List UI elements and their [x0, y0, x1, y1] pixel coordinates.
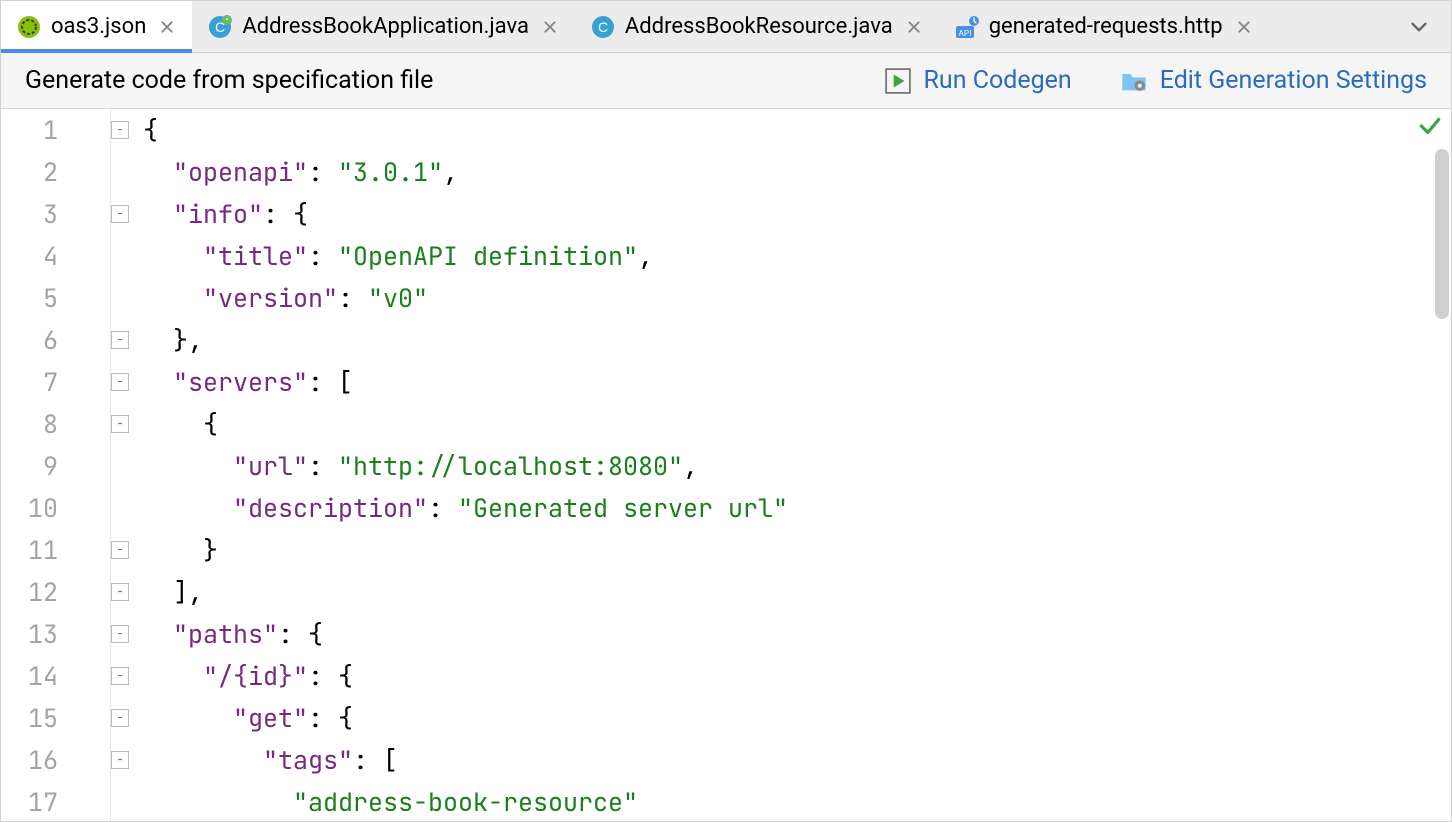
- line-number: 8: [1, 403, 110, 445]
- code-line: "tags": [: [143, 739, 1451, 781]
- fold-toggle[interactable]: [111, 709, 129, 727]
- line-number: 13: [1, 613, 110, 655]
- line-number: 5: [1, 277, 110, 319]
- inspection-ok-icon[interactable]: [1417, 113, 1443, 139]
- line-number-gutter: 1 2 3 4 5 6 7 8 9 10 11 12 13 14 15 16 1…: [1, 109, 111, 821]
- tabs-rest: [1269, 1, 1451, 52]
- edit-settings-label: Edit Generation Settings: [1160, 66, 1427, 95]
- tab-oas3-json[interactable]: oas3.json: [1, 1, 192, 52]
- tab-addressbookapplication[interactable]: C AddressBookApplication.java: [192, 1, 575, 52]
- toolbar-title: Generate code from specification file: [25, 66, 433, 95]
- code-line: "openapi": "3.0.1",: [143, 151, 1451, 193]
- code-editor[interactable]: 1 2 3 4 5 6 7 8 9 10 11 12 13 14 15 16 1…: [1, 109, 1451, 821]
- tab-label: AddressBookApplication.java: [242, 14, 529, 39]
- fold-toggle[interactable]: [111, 373, 129, 391]
- line-number: 6: [1, 319, 110, 361]
- java-class-icon: C: [591, 15, 615, 39]
- editor-window: oas3.json C AddressBookApplication.java …: [0, 0, 1452, 822]
- line-number: 9: [1, 445, 110, 487]
- line-number: 3: [1, 193, 110, 235]
- line-number: 15: [1, 697, 110, 739]
- svg-text:C: C: [598, 19, 608, 35]
- code-line: "url": "http://localhost:8080",: [143, 445, 1451, 487]
- code-line: "/{id}": {: [143, 655, 1451, 697]
- code-line: ],: [143, 571, 1451, 613]
- code-line: "title": "OpenAPI definition",: [143, 235, 1451, 277]
- line-number: 10: [1, 487, 110, 529]
- line-number: 2: [1, 151, 110, 193]
- line-number: 16: [1, 739, 110, 781]
- code-line: "servers": [: [143, 361, 1451, 403]
- fold-toggle[interactable]: [111, 667, 129, 685]
- run-icon: [884, 67, 912, 95]
- line-number: 4: [1, 235, 110, 277]
- code-line: "address-book-resource": [143, 781, 1451, 821]
- line-number: 7: [1, 361, 110, 403]
- code-line: "description": "Generated server url": [143, 487, 1451, 529]
- tab-label: oas3.json: [51, 14, 146, 39]
- vertical-scrollbar[interactable]: [1435, 149, 1449, 319]
- tab-generated-requests[interactable]: API generated-requests.http: [939, 1, 1269, 52]
- fold-toggle[interactable]: [111, 541, 129, 559]
- code-line: {: [143, 403, 1451, 445]
- line-number: 17: [1, 781, 110, 821]
- swagger-icon: [17, 15, 41, 39]
- run-codegen-button[interactable]: Run Codegen: [884, 66, 1072, 95]
- tab-addressbookresource[interactable]: C AddressBookResource.java: [575, 1, 939, 52]
- tab-label: generated-requests.http: [989, 14, 1223, 39]
- svg-text:API: API: [958, 29, 971, 38]
- tab-close-button[interactable]: [903, 18, 925, 36]
- fold-toggle[interactable]: [111, 625, 129, 643]
- folder-gear-icon: [1120, 67, 1148, 95]
- fold-toggle[interactable]: [111, 415, 129, 433]
- code-line: "version": "v0": [143, 277, 1451, 319]
- fold-toggle[interactable]: [111, 583, 129, 601]
- edit-generation-settings-button[interactable]: Edit Generation Settings: [1120, 66, 1427, 95]
- line-number: 12: [1, 571, 110, 613]
- line-number: 11: [1, 529, 110, 571]
- editor-tabs: oas3.json C AddressBookApplication.java …: [1, 1, 1451, 53]
- line-number: 14: [1, 655, 110, 697]
- java-class-icon: C: [208, 15, 232, 39]
- code-line: }: [143, 529, 1451, 571]
- code-line: "info": {: [143, 193, 1451, 235]
- code-line: {: [143, 109, 1451, 151]
- code-line: "get": {: [143, 697, 1451, 739]
- tab-label: AddressBookResource.java: [625, 14, 893, 39]
- line-number: 1: [1, 109, 110, 151]
- fold-column: [111, 109, 141, 821]
- run-codegen-label: Run Codegen: [924, 66, 1072, 95]
- code-line: },: [143, 319, 1451, 361]
- tab-close-button[interactable]: [539, 18, 561, 36]
- tab-close-button[interactable]: [1233, 18, 1255, 36]
- api-icon: API: [955, 15, 979, 39]
- code-line: "paths": {: [143, 613, 1451, 655]
- tab-close-button[interactable]: [156, 18, 178, 36]
- code-content: { "openapi": "3.0.1", "info": { "title":…: [111, 109, 1451, 821]
- fold-toggle[interactable]: [111, 331, 129, 349]
- fold-toggle[interactable]: [111, 121, 129, 139]
- fold-toggle[interactable]: [111, 205, 129, 223]
- fold-toggle[interactable]: [111, 751, 129, 769]
- more-tabs-button[interactable]: [1397, 1, 1441, 52]
- codegen-toolbar: Generate code from specification file Ru…: [1, 53, 1451, 109]
